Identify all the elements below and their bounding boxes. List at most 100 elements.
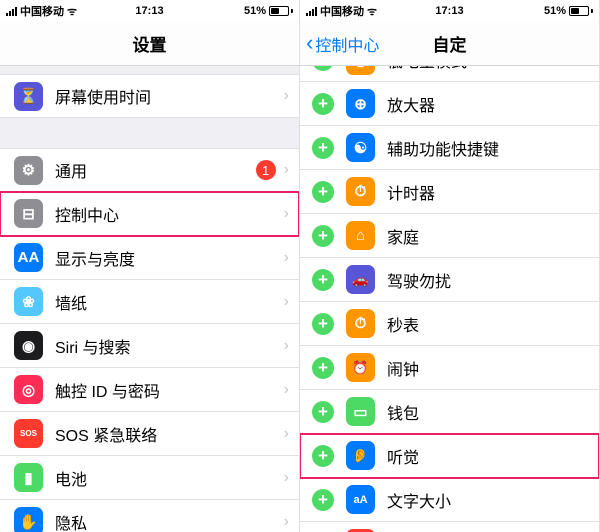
row-label: 秒表 <box>387 312 599 336</box>
row-label: 控制中心 <box>55 202 284 226</box>
settings-row-control-center[interactable]: ⊟ 控制中心› <box>0 192 299 236</box>
chevron-right-icon: › <box>284 205 289 223</box>
text-size-icon: aA <box>346 485 375 514</box>
settings-list[interactable]: ⏳屏幕使用时间›⚙通用1›⊟控制中心›AA显示与亮度›❀墙纸›◉Siri 与搜索… <box>0 66 299 532</box>
settings-row-battery[interactable]: ▮ 电池› <box>0 456 299 500</box>
nav-bar: ‹ 控制中心 自定 <box>300 22 599 66</box>
chevron-right-icon: › <box>284 381 289 399</box>
add-button[interactable]: + <box>312 181 334 203</box>
timer-icon: ⏱ <box>346 177 375 206</box>
status-bar: 中国移动 ᯤ 17:13 51% <box>300 0 599 22</box>
row-label: 放大器 <box>387 92 599 116</box>
page-title: 设置 <box>133 31 167 56</box>
add-button[interactable]: + <box>312 269 334 291</box>
stopwatch-icon: ⏱ <box>346 309 375 338</box>
add-button[interactable]: + <box>312 93 334 115</box>
chevron-right-icon: › <box>284 337 289 355</box>
general-icon: ⚙ <box>14 156 43 185</box>
chevron-right-icon: › <box>284 425 289 443</box>
row-label: 电池 <box>55 466 284 490</box>
control-row-dnd-driving[interactable]: + 🚗 驾驶勿扰 <box>300 258 599 302</box>
accessibility-shortcut-icon: ☯ <box>346 133 375 162</box>
back-label: 控制中心 <box>315 32 379 56</box>
add-button[interactable]: + <box>312 357 334 379</box>
wallpaper-icon: ❀ <box>14 287 43 316</box>
settings-row-display-brightness[interactable]: AA 显示与亮度› <box>0 236 299 280</box>
settings-row-wallpaper[interactable]: ❀ 墙纸› <box>0 280 299 324</box>
screen-time-icon: ⏳ <box>14 82 43 111</box>
settings-row-privacy[interactable]: ✋隐私› <box>0 500 299 532</box>
control-row-stopwatch[interactable]: + ⏱ 秒表 <box>300 302 599 346</box>
display-brightness-icon: AA <box>14 243 43 272</box>
control-row-text-size[interactable]: +aA文字大小 <box>300 478 599 522</box>
control-row-hearing[interactable]: + 👂 听觉 <box>300 434 599 478</box>
magnifier-icon: ⊕ <box>346 89 375 118</box>
settings-row-general[interactable]: ⚙ 通用1 › <box>0 148 299 192</box>
settings-row-sos[interactable]: SOSSOS 紧急联络› <box>0 412 299 456</box>
carrier-label: 中国移动 <box>320 3 364 19</box>
chevron-right-icon: › <box>284 293 289 311</box>
signal-icon <box>306 7 317 16</box>
row-label: SOS 紧急联络 <box>55 422 284 446</box>
chevron-left-icon: ‹ <box>306 32 313 54</box>
row-label: 显示与亮度 <box>55 246 284 270</box>
control-center-icon: ⊟ <box>14 199 43 228</box>
alarm-icon: ⏰ <box>346 353 375 382</box>
row-label: 辅助功能快捷键 <box>387 136 599 160</box>
row-label: 家庭 <box>387 224 599 248</box>
page-title: 自定 <box>433 31 467 56</box>
signal-icon <box>6 7 17 16</box>
row-label: 触控 ID 与密码 <box>55 378 284 402</box>
add-button[interactable]: + <box>312 225 334 247</box>
settings-screen: 中国移动 ᯤ 17:13 51% 设置 ⏳屏幕使用时间›⚙通用1›⊟控制中心›A… <box>0 0 300 532</box>
add-button[interactable]: + <box>312 313 334 335</box>
customize-list[interactable]: +▮低电量模式+⊕放大器+☯辅助功能快捷键+⏱计时器+⌂家庭+🚗驾驶勿扰+⏱秒表… <box>300 66 599 532</box>
chevron-right-icon: › <box>284 469 289 487</box>
control-row-wallet[interactable]: + ▭ 钱包 <box>300 390 599 434</box>
touch-id-icon: ◎ <box>14 375 43 404</box>
settings-row-touch-id[interactable]: ◎ 触控 ID 与密码› <box>0 368 299 412</box>
clock: 17:13 <box>135 5 163 17</box>
home-icon: ⌂ <box>346 221 375 250</box>
control-row-home[interactable]: + ⌂ 家庭 <box>300 214 599 258</box>
control-row-timer[interactable]: +⏱计时器 <box>300 170 599 214</box>
battery-pct: 51% <box>244 5 266 17</box>
row-label: 听觉 <box>387 444 599 468</box>
privacy-icon: ✋ <box>14 507 43 532</box>
battery-icon <box>569 6 593 16</box>
row-label: 屏幕使用时间 <box>55 84 284 108</box>
row-label: 墙纸 <box>55 290 284 314</box>
control-row-low-power[interactable]: +▮低电量模式 <box>300 66 599 82</box>
row-label: 闹钟 <box>387 356 599 380</box>
wallet-icon: ▭ <box>346 397 375 426</box>
control-row-magnifier[interactable]: + ⊕ 放大器 <box>300 82 599 126</box>
chevron-right-icon: › <box>284 87 289 105</box>
add-button[interactable]: + <box>312 401 334 423</box>
customize-screen: 中国移动 ᯤ 17:13 51% ‹ 控制中心 自定 +▮低电量模式+⊕放大器+… <box>300 0 600 532</box>
control-row-alarm[interactable]: + ⏰ 闹钟 <box>300 346 599 390</box>
control-row-accessibility-shortcut[interactable]: + ☯ 辅助功能快捷键 <box>300 126 599 170</box>
back-button[interactable]: ‹ 控制中心 <box>306 32 379 56</box>
low-power-icon: ▮ <box>346 66 375 75</box>
add-button[interactable]: + <box>312 489 334 511</box>
chevron-right-icon: › <box>284 249 289 267</box>
clock: 17:13 <box>435 5 463 17</box>
chevron-right-icon: › <box>284 513 289 531</box>
battery-icon: ▮ <box>14 463 43 492</box>
add-button[interactable]: + <box>312 445 334 467</box>
settings-row-siri-search[interactable]: ◉Siri 与搜索› <box>0 324 299 368</box>
battery-icon <box>269 6 293 16</box>
row-label: 驾驶勿扰 <box>387 268 599 292</box>
chevron-right-icon: › <box>284 161 289 179</box>
control-row-voice-memos[interactable]: +♒语音备忘录 <box>300 522 599 532</box>
hearing-icon: 👂 <box>346 441 375 470</box>
add-button[interactable]: + <box>312 66 334 71</box>
wifi-icon: ᯤ <box>367 4 377 19</box>
row-label: 通用 <box>55 158 256 182</box>
row-label: 钱包 <box>387 400 599 424</box>
badge: 1 <box>256 160 276 180</box>
add-button[interactable]: + <box>312 137 334 159</box>
status-bar: 中国移动 ᯤ 17:13 51% <box>0 0 299 22</box>
settings-row-screen-time[interactable]: ⏳ 屏幕使用时间› <box>0 74 299 118</box>
dnd-driving-icon: 🚗 <box>346 265 375 294</box>
